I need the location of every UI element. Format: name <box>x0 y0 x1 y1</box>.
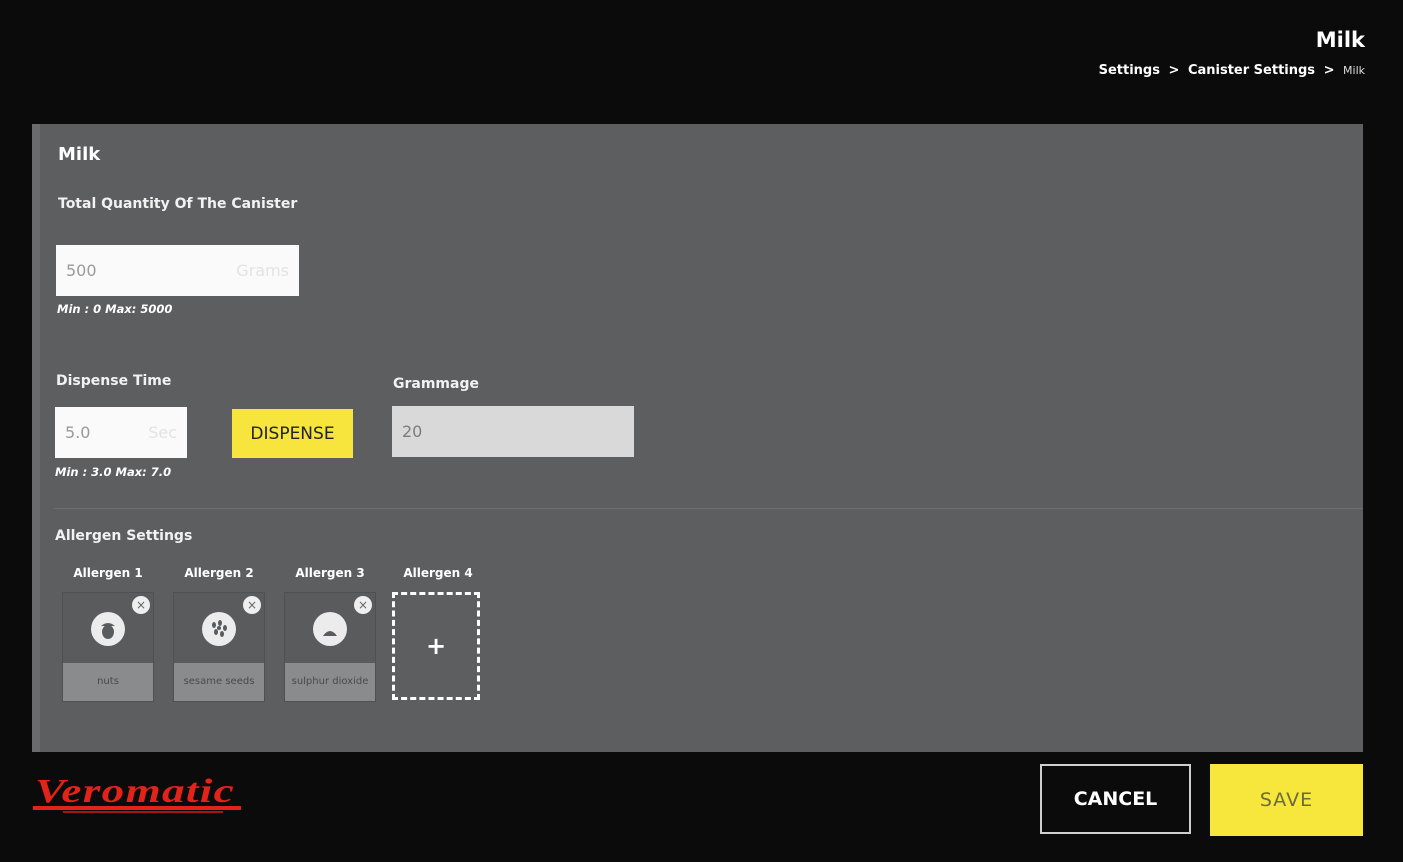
remove-allergen-3-button[interactable]: × <box>354 596 372 614</box>
save-button[interactable]: SAVE <box>1210 764 1363 836</box>
svg-text:Veromatic: Veromatic <box>35 773 235 810</box>
allergen-4-label: Allergen 4 <box>403 566 473 580</box>
nut-icon <box>91 612 125 646</box>
dispense-time-label: Dispense Time <box>56 373 172 389</box>
breadcrumb-item-settings[interactable]: Settings <box>1099 63 1160 78</box>
grammage-field: 20 <box>392 406 634 457</box>
dispense-time-hint: Min : 3.0 Max: 7.0 <box>55 465 172 479</box>
allergen-2-label: Allergen 2 <box>184 566 254 580</box>
breadcrumb-item-canister-settings[interactable]: Canister Settings <box>1188 63 1315 78</box>
breadcrumb-item-current: Milk <box>1343 64 1365 77</box>
section-title: Milk <box>58 144 101 165</box>
dispense-time-input[interactable]: 5.0 Sec <box>55 407 187 458</box>
total-quantity-unit: Grams <box>236 261 289 280</box>
allergen-card-sulphur-dioxide[interactable]: × sulphur dioxide <box>284 592 376 702</box>
total-quantity-value: 500 <box>66 261 97 280</box>
breadcrumb: Settings > Canister Settings > Milk <box>1099 63 1365 78</box>
page-title: Milk <box>1315 28 1365 52</box>
sesame-icon <box>202 612 236 646</box>
allergen-card-nuts[interactable]: × nuts <box>62 592 154 702</box>
plus-icon: + <box>425 632 447 660</box>
breadcrumb-separator: > <box>1323 63 1335 78</box>
canister-settings-panel: Milk Total Quantity Of The Canister 500 … <box>32 124 1363 752</box>
total-quantity-hint: Min : 0 Max: 5000 <box>57 302 173 316</box>
remove-allergen-1-button[interactable]: × <box>132 596 150 614</box>
sulphur-icon <box>313 612 347 646</box>
grammage-label: Grammage <box>393 376 479 392</box>
dispense-time-unit: Sec <box>148 423 177 442</box>
grammage-value: 20 <box>402 422 423 441</box>
veromatic-logo: Veromatic <box>33 773 241 813</box>
allergen-1-label: Allergen 1 <box>73 566 143 580</box>
allergen-3-name: sulphur dioxide <box>285 663 375 701</box>
allergen-1-name: nuts <box>63 663 153 701</box>
remove-allergen-2-button[interactable]: × <box>243 596 261 614</box>
allergen-3-label: Allergen 3 <box>295 566 365 580</box>
breadcrumb-separator: > <box>1168 63 1180 78</box>
section-divider <box>54 508 1363 509</box>
dispense-button[interactable]: DISPENSE <box>232 409 353 458</box>
allergen-settings-label: Allergen Settings <box>55 528 193 544</box>
dispense-time-value: 5.0 <box>65 423 91 442</box>
allergen-2-name: sesame seeds <box>174 663 264 701</box>
total-quantity-label: Total Quantity Of The Canister <box>58 196 298 212</box>
add-allergen-button[interactable]: + <box>392 592 480 700</box>
cancel-button[interactable]: CANCEL <box>1040 764 1191 834</box>
allergen-card-sesame-seeds[interactable]: × sesame seeds <box>173 592 265 702</box>
total-quantity-input[interactable]: 500 Grams <box>56 245 299 296</box>
